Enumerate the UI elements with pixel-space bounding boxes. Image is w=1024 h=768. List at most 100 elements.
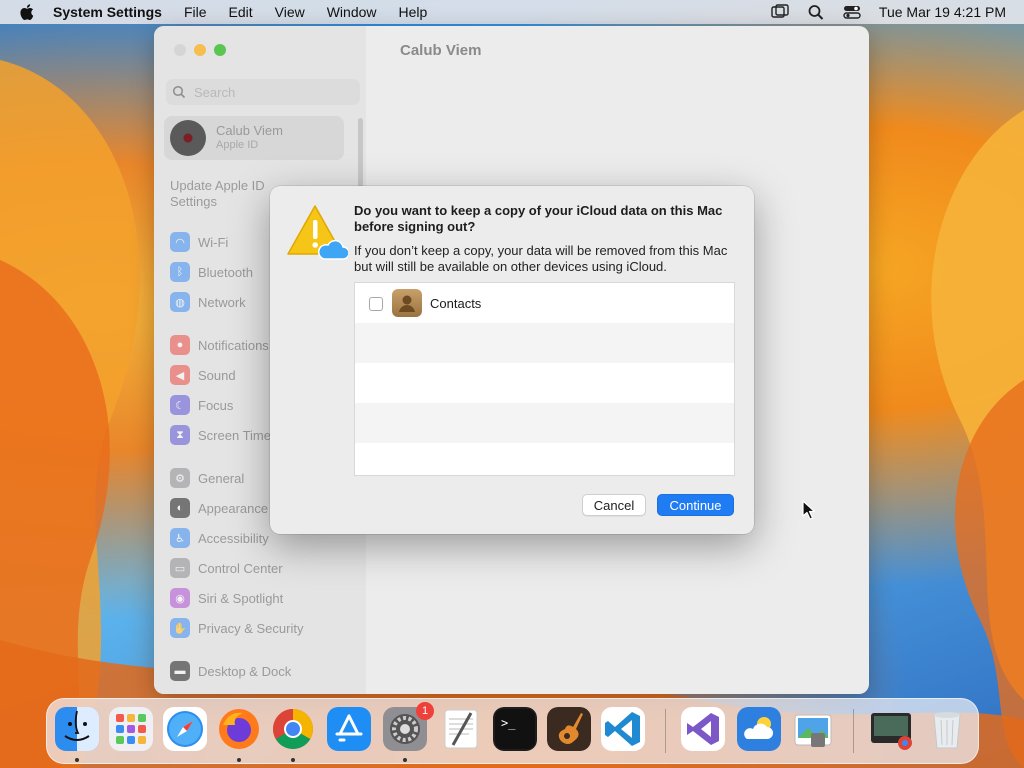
contacts-checkbox[interactable] [369,297,383,311]
running-indicator [291,758,295,762]
control-center-sidebar-icon: ▭ [170,558,190,578]
terminal-icon[interactable]: >_ [493,707,537,751]
running-indicator [403,758,407,762]
minimize-button[interactable] [194,44,206,56]
close-button[interactable] [174,44,186,56]
sign-out-icloud-dialog: Do you want to keep a copy of your iClou… [270,186,754,534]
menu-file[interactable]: File [184,4,207,20]
sidebar-item-control-center[interactable]: ▭ Control Center [170,558,283,578]
window-controls [174,44,226,56]
sidebar-item-label: Desktop & Dock [198,663,292,679]
contacts-label: Contacts [430,296,482,311]
globe-icon: ◍ [170,292,190,312]
garageband-icon[interactable] [547,707,591,751]
screen-mirroring-icon[interactable] [771,4,789,20]
notification-badge: 1 [416,702,434,720]
sidebar-item-general[interactable]: ⚙ General [170,468,244,488]
sidebar-item-label: Notifications [198,337,269,353]
zoom-button[interactable] [214,44,226,56]
search-icon [172,85,186,99]
sidebar-item-accessibility[interactable]: ♿ Accessibility [170,528,269,548]
sidebar-item-bluetooth[interactable]: ᛒ Bluetooth [170,262,253,282]
menu-edit[interactable]: Edit [229,4,253,20]
sidebar-item-privacy-security[interactable]: ✋ Privacy & Security [170,618,303,638]
sidebar-item-label: Siri & Spotlight [198,590,284,606]
sidebar-item-siri-spotlight[interactable]: ◉ Siri & Spotlight [170,588,283,608]
safari-icon[interactable] [163,707,207,751]
siri-icon: ◉ [170,588,190,608]
wifi-icon: ◠ [170,232,190,252]
menu-clock[interactable]: Tue Mar 19 4:21 PM [879,4,1006,20]
running-indicator [237,758,241,762]
sidebar-item-label: Wi-Fi [198,234,229,250]
sidebar-item-label: Screen Time [198,427,271,443]
dock: 1 >_ [46,698,979,764]
dock-separator [665,709,666,753]
sidebar-item-screen-time[interactable]: ⧗ Screen Time [170,425,271,445]
sidebar-search-field[interactable]: Search [166,79,360,105]
menu-view[interactable]: View [275,4,305,20]
sidebar-item-label: Sound [198,367,236,383]
account-name: Calub Viem [216,123,283,138]
accessibility-icon: ♿ [170,528,190,548]
menu-app-name[interactable]: System Settings [53,4,162,20]
continue-button[interactable]: Continue [657,494,734,516]
sidebar-item-label: General [198,470,245,486]
contacts-app-icon [392,289,422,317]
textedit-icon[interactable] [439,707,483,751]
avatar [170,120,206,156]
sidebar-item-desktop-dock[interactable]: ▬ Desktop & Dock [170,661,291,681]
mouse-cursor-icon [802,500,816,520]
icloud-data-list: Contacts [354,282,735,476]
sidebar-item-network[interactable]: ◍ Network [170,292,246,312]
warning-icloud-icon [287,205,348,260]
control-center-icon[interactable] [843,4,861,20]
sidebar-item-label: Appearance [198,500,269,516]
finder-icon[interactable] [55,707,99,751]
screenshot-chrome-icon[interactable] [869,707,913,751]
sidebar-item-label: Control Center [198,560,283,576]
dock-icon: ▬ [170,661,190,681]
hand-icon: ✋ [170,618,190,638]
cancel-button[interactable]: Cancel [582,494,646,516]
sidebar-item-sound[interactable]: ◀ Sound [170,365,236,385]
vscode-icon[interactable] [601,707,645,751]
sidebar-item-notifications[interactable]: ● Notifications [170,335,269,355]
sidebar-item-label: Privacy & Security [198,620,304,636]
apple-id-account-row[interactable]: Calub Viem Apple ID [164,116,344,160]
list-item-contacts[interactable]: Contacts [355,283,734,323]
menu-bar: System Settings File Edit View Window He… [0,0,1024,24]
list-item-empty [355,443,734,475]
sidebar-item-label: Bluetooth [198,264,253,280]
sidebar-item-label: Accessibility [198,530,269,546]
moon-icon: ☾ [170,395,190,415]
chrome-icon[interactable] [271,707,315,751]
list-item-empty [355,363,734,403]
preview-icon[interactable] [791,707,835,751]
sidebar-item-appearance[interactable]: ◐ Appearance [170,498,268,518]
sidebar-item-label: Network [198,294,246,310]
hourglass-icon: ⧗ [170,425,190,445]
account-subtitle: Apple ID [216,139,259,151]
gear-icon: ⚙ [170,468,190,488]
weather-icon[interactable] [737,707,781,751]
trash-icon[interactable] [925,707,969,751]
list-item-empty [355,403,734,443]
list-item-empty [355,323,734,363]
spotlight-search-icon[interactable] [807,4,825,20]
dock-separator [853,709,854,753]
menu-help[interactable]: Help [399,4,428,20]
menu-window[interactable]: Window [327,4,377,20]
bell-icon: ● [170,335,190,355]
launchpad-icon[interactable] [109,707,153,751]
search-placeholder: Search [194,84,236,100]
app-store-icon[interactable] [327,707,371,751]
sidebar-item-wifi[interactable]: ◠ Wi-Fi [170,232,228,252]
visual-studio-icon[interactable] [681,707,725,751]
firefox-icon[interactable] [217,707,261,751]
sidebar-item-label: Focus [198,397,234,413]
sidebar-item-focus[interactable]: ☾ Focus [170,395,233,415]
window-title: Calub Viem [400,42,482,59]
apple-menu-icon[interactable] [20,4,34,20]
bluetooth-icon: ᛒ [170,262,190,282]
